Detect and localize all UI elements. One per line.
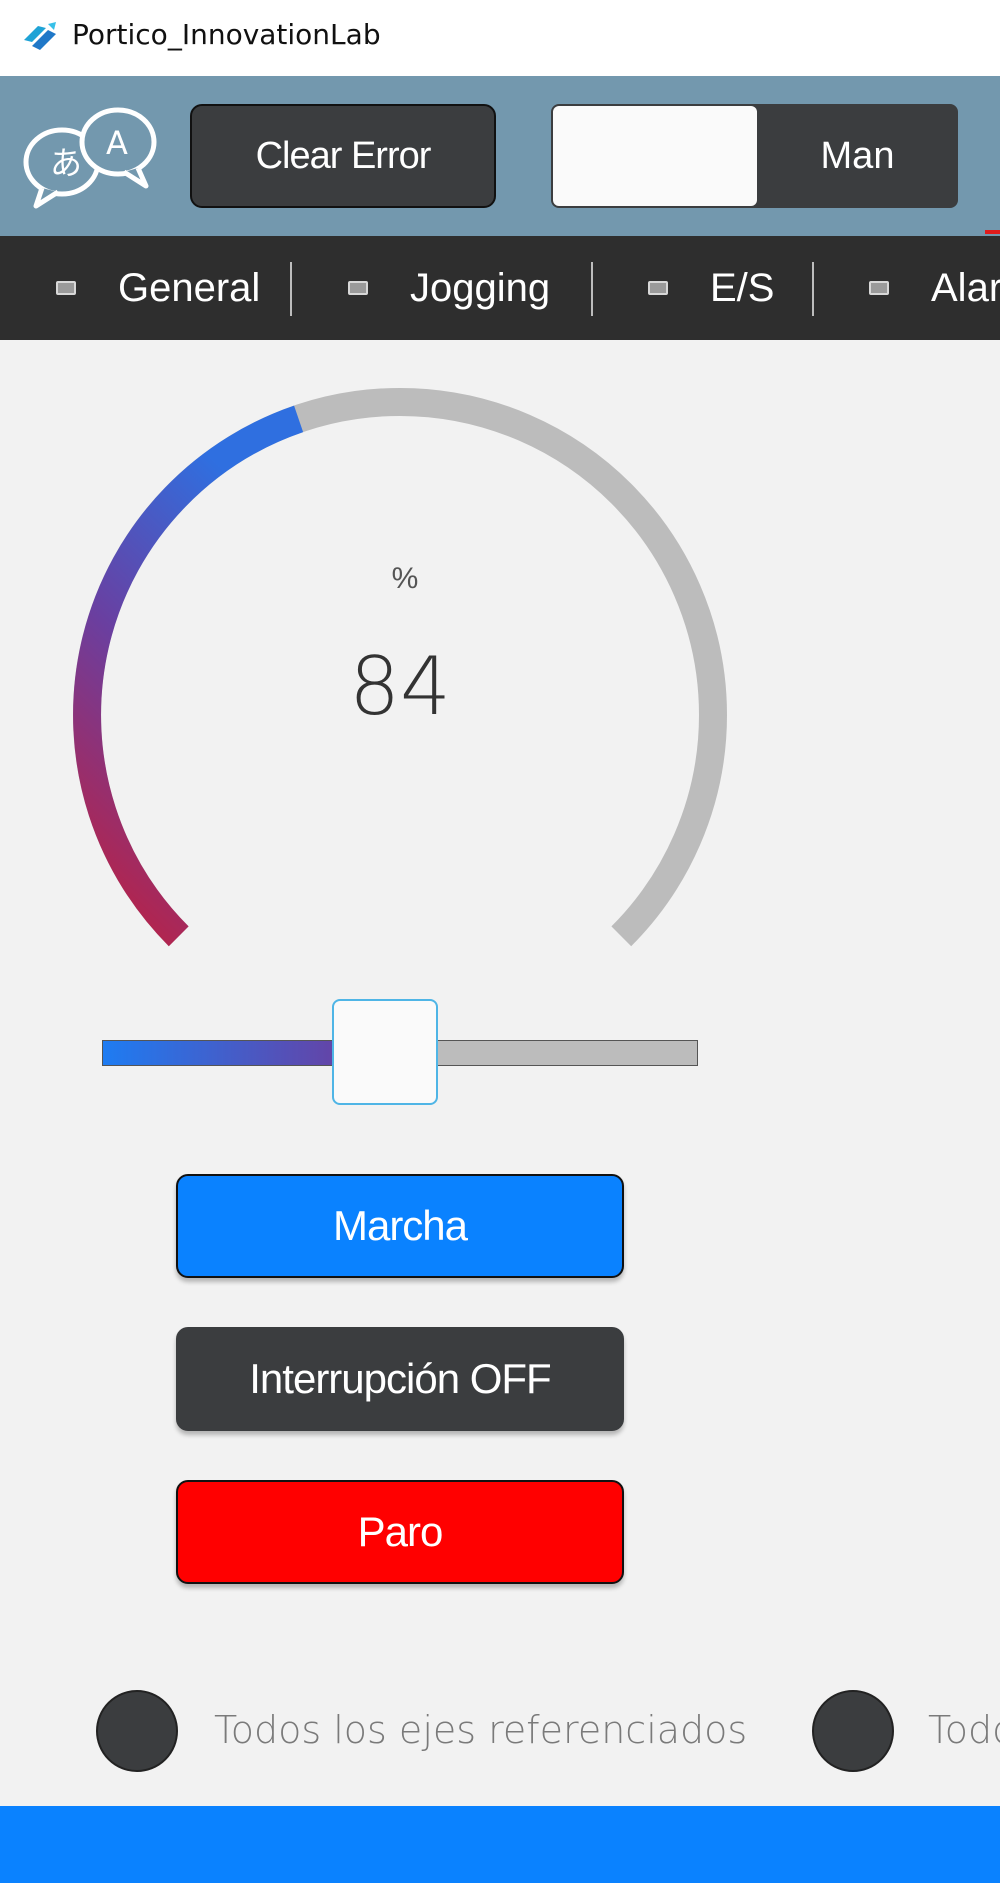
tab-indicator-icon xyxy=(56,281,76,295)
status-indicator-second xyxy=(812,1690,894,1772)
app-logo-icon xyxy=(24,22,56,50)
status-indicator-referenced xyxy=(96,1690,178,1772)
nav-tabs: General Jogging E/S Alar xyxy=(0,236,1000,340)
gauge-unit: % xyxy=(391,562,419,595)
gauge-fill xyxy=(73,405,304,947)
title-bar: Portico_InnovationLab xyxy=(0,0,1000,76)
clear-error-button[interactable]: Clear Error xyxy=(190,104,496,208)
paro-button[interactable]: Paro xyxy=(176,1480,624,1584)
window-title: Portico_InnovationLab xyxy=(72,18,381,51)
tab-es[interactable]: E/S xyxy=(648,236,774,340)
gauge-value: 84 xyxy=(349,640,451,733)
svg-text:A: A xyxy=(106,124,128,162)
mode-toggle[interactable]: Man xyxy=(551,104,958,208)
tab-divider xyxy=(591,262,593,316)
tab-alarmas[interactable]: Alar xyxy=(869,236,1000,340)
status-label-referenced: Todos los ejes referenciados xyxy=(214,1708,748,1752)
speed-slider-fill xyxy=(103,1041,359,1065)
tab-label: E/S xyxy=(710,265,775,310)
tab-divider xyxy=(812,262,814,316)
mode-label: Man xyxy=(820,134,895,177)
tab-general[interactable]: General xyxy=(56,236,260,340)
svg-text:あ: あ xyxy=(50,144,82,182)
interrupcion-toggle-button[interactable]: Interrupción OFF xyxy=(176,1327,624,1431)
tab-indicator-icon xyxy=(648,281,668,295)
status-label-second: Todo xyxy=(928,1708,1000,1752)
marcha-button[interactable]: Marcha xyxy=(176,1174,624,1278)
tab-label: General xyxy=(118,265,261,310)
tab-label: Alar xyxy=(931,265,1000,310)
tab-indicator-icon xyxy=(869,281,889,295)
speed-slider-thumb[interactable] xyxy=(332,999,438,1105)
red-accent xyxy=(985,230,1000,234)
mode-toggle-knob[interactable] xyxy=(553,106,757,206)
tab-label: Jogging xyxy=(410,265,551,310)
language-icon[interactable]: あ A xyxy=(14,102,162,212)
bottom-bar xyxy=(0,1806,1000,1883)
tab-jogging[interactable]: Jogging xyxy=(348,236,550,340)
tab-indicator-icon xyxy=(348,281,368,295)
header-bar: あ A Clear Error Man xyxy=(0,76,1000,236)
tab-divider xyxy=(290,262,292,316)
